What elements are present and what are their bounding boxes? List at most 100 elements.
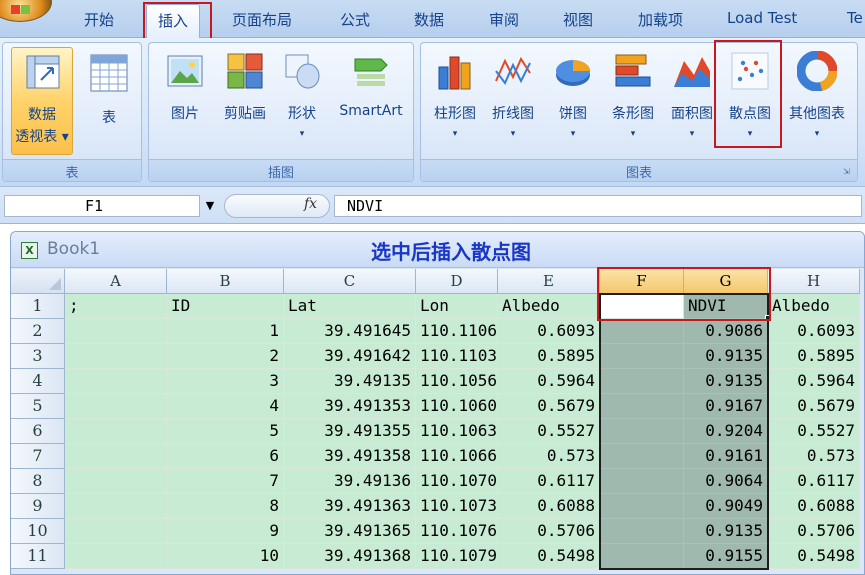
cell-d8[interactable]: 110.107001 [416, 469, 498, 494]
cell-c9[interactable]: 39.491363 [284, 494, 416, 519]
row-header[interactable]: 11 [11, 544, 65, 569]
cell-c11[interactable]: 39.491368 [284, 544, 416, 569]
cell-b4[interactable]: 3 [167, 369, 284, 394]
column-header-e[interactable]: E [498, 269, 600, 294]
row-header[interactable]: 6 [11, 419, 65, 444]
cell-c7[interactable]: 39.491358 [284, 444, 416, 469]
cell-h8[interactable]: 0.6117 [768, 469, 860, 494]
cell-a11[interactable] [65, 544, 167, 569]
cell-e6[interactable]: 0.5527 [498, 419, 600, 444]
cell-f8[interactable] [600, 469, 684, 494]
cell-d2[interactable]: 110.110643 [416, 319, 498, 344]
cell-c5[interactable]: 39.491353 [284, 394, 416, 419]
cell-c1[interactable]: Lat [284, 294, 416, 319]
smartart-button[interactable]: SmartArt [331, 49, 411, 149]
cell-c6[interactable]: 39.491355 [284, 419, 416, 444]
row-header[interactable]: 1 [11, 294, 65, 319]
tab-load-test[interactable]: Load Test [727, 9, 797, 27]
cell-f11[interactable] [600, 544, 684, 569]
tab-view[interactable]: 视图 [563, 9, 593, 30]
cell-f9[interactable] [600, 494, 684, 519]
cell-b8[interactable]: 7 [167, 469, 284, 494]
cell-g3[interactable]: 0.9135 [684, 344, 768, 369]
cell-a4[interactable] [65, 369, 167, 394]
cell-g8[interactable]: 0.9064 [684, 469, 768, 494]
cell-g11[interactable]: 0.9155 [684, 544, 768, 569]
cell-b5[interactable]: 4 [167, 394, 284, 419]
cell-c2[interactable]: 39.491645 [284, 319, 416, 344]
table-button[interactable]: 表 [83, 47, 135, 155]
cell-f5[interactable] [600, 394, 684, 419]
column-header-g[interactable]: G [684, 269, 768, 294]
column-header-h[interactable]: H [768, 269, 860, 294]
name-box[interactable]: F1 [4, 195, 200, 217]
cell-a2[interactable] [65, 319, 167, 344]
select-all-corner[interactable] [11, 269, 65, 294]
line-chart-button[interactable]: 折线图 ▾ [485, 49, 541, 149]
cell-g10[interactable]: 0.9135 [684, 519, 768, 544]
cell-e11[interactable]: 0.5498 [498, 544, 600, 569]
column-header-f[interactable]: F [600, 269, 684, 294]
cell-a6[interactable] [65, 419, 167, 444]
shapes-button[interactable]: 形状 ▾ [277, 49, 327, 149]
bar-chart-button[interactable]: 条形图 ▾ [603, 49, 663, 149]
cell-f10[interactable] [600, 519, 684, 544]
tab-truncated[interactable]: Te [847, 9, 863, 27]
cell-d11[interactable]: 110.107996 [416, 544, 498, 569]
cell-e1[interactable]: Albedo [498, 294, 600, 319]
pie-chart-button[interactable]: 饼图 ▾ [545, 49, 601, 149]
cell-e2[interactable]: 0.6093 [498, 319, 600, 344]
cell-f1[interactable] [600, 294, 684, 319]
cell-g4[interactable]: 0.9135 [684, 369, 768, 394]
column-chart-button[interactable]: 柱形图 ▾ [427, 49, 483, 149]
dialog-launcher-icon[interactable]: ⇲ [843, 167, 853, 177]
cell-h6[interactable]: 0.5527 [768, 419, 860, 444]
cell-h2[interactable]: 0.6093 [768, 319, 860, 344]
tab-insert[interactable]: 插入 [146, 4, 201, 40]
cell-a7[interactable] [65, 444, 167, 469]
name-box-dropdown-icon[interactable]: ▼ [200, 195, 220, 217]
column-header-c[interactable]: C [284, 269, 416, 294]
cell-b3[interactable]: 2 [167, 344, 284, 369]
row-header[interactable]: 7 [11, 444, 65, 469]
insert-function-icon[interactable]: fx [304, 196, 317, 212]
row-header[interactable]: 10 [11, 519, 65, 544]
cell-c3[interactable]: 39.491642 [284, 344, 416, 369]
cell-f7[interactable] [600, 444, 684, 469]
cell-d1[interactable]: Lon [416, 294, 498, 319]
cell-e9[interactable]: 0.6088 [498, 494, 600, 519]
cell-h1[interactable]: Albedo [768, 294, 860, 319]
cell-b11[interactable]: 10 [167, 544, 284, 569]
cell-g2[interactable]: 0.9086 [684, 319, 768, 344]
cell-b2[interactable]: 1 [167, 319, 284, 344]
row-header[interactable]: 9 [11, 494, 65, 519]
cell-b7[interactable]: 6 [167, 444, 284, 469]
cell-a10[interactable] [65, 519, 167, 544]
row-header[interactable]: 5 [11, 394, 65, 419]
other-charts-button[interactable]: 其他图表 ▾ [781, 49, 853, 149]
cell-b10[interactable]: 9 [167, 519, 284, 544]
tab-review[interactable]: 审阅 [489, 9, 519, 30]
picture-button[interactable]: 图片 [157, 49, 213, 149]
cell-f3[interactable] [600, 344, 684, 369]
cell-e5[interactable]: 0.5679 [498, 394, 600, 419]
cell-h10[interactable]: 0.5706 [768, 519, 860, 544]
cell-b9[interactable]: 8 [167, 494, 284, 519]
cell-d9[interactable]: 110.107333 [416, 494, 498, 519]
cell-g5[interactable]: 0.9167 [684, 394, 768, 419]
cell-a8[interactable] [65, 469, 167, 494]
cell-e10[interactable]: 0.5706 [498, 519, 600, 544]
cell-e3[interactable]: 0.5895 [498, 344, 600, 369]
cell-d5[interactable]: 110.106007 [416, 394, 498, 419]
area-chart-button[interactable]: 面积图 ▾ [663, 49, 721, 149]
column-header-a[interactable]: A [65, 269, 167, 294]
fill-handle[interactable] [765, 315, 771, 321]
tab-formulas[interactable]: 公式 [340, 9, 370, 30]
cell-f2[interactable] [600, 319, 684, 344]
cell-h9[interactable]: 0.6088 [768, 494, 860, 519]
cell-h5[interactable]: 0.5679 [768, 394, 860, 419]
cell-a3[interactable] [65, 344, 167, 369]
cell-c4[interactable]: 39.49135 [284, 369, 416, 394]
office-button[interactable] [0, 0, 52, 22]
cell-a5[interactable] [65, 394, 167, 419]
